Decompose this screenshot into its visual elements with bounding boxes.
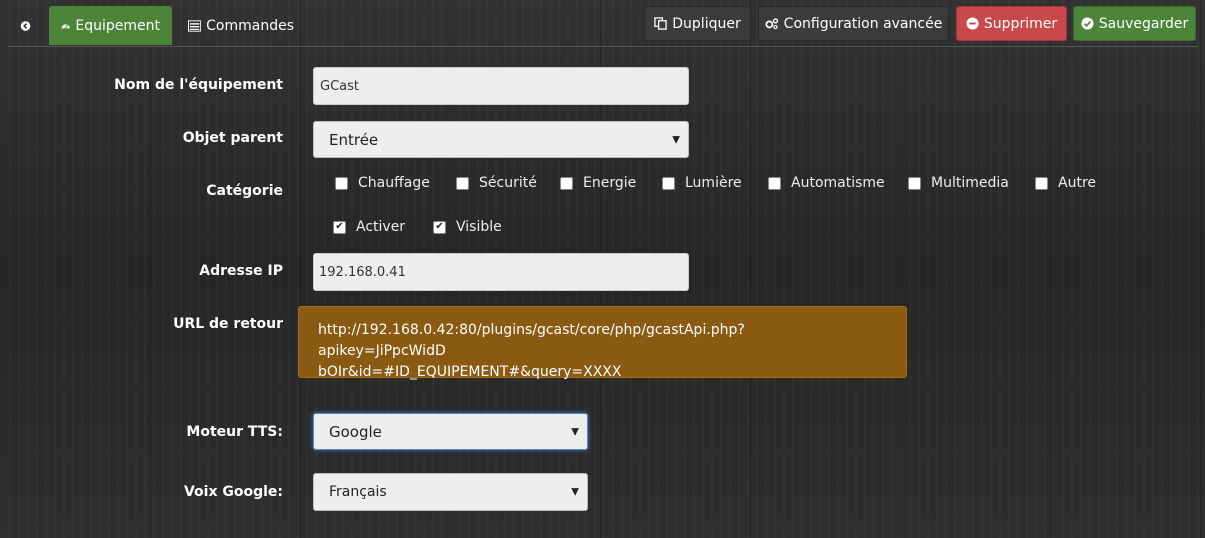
tab-equipement-label: Equipement [75,17,160,34]
voice-value: Français [329,484,387,500]
callback-url-line2: apikey=JiPpcWidD bOIr&id=#ID_EQUIPEMENT#&… [318,341,887,383]
category-securite[interactable]: Sécurité [456,175,537,191]
category-autre[interactable]: Autre [1035,175,1096,191]
checkbox[interactable] [662,176,675,190]
checkbox[interactable] [768,176,781,190]
save-label: Sauvegarder [1098,15,1189,32]
advanced-config-label: Configuration avancée [783,15,943,32]
callback-url-box: http://192.168.0.42:80/plugins/gcast/cor… [298,306,907,380]
category-label: Catégorie [206,183,283,199]
category-energie-label: Energie [583,175,637,191]
ip-input[interactable]: 192.168.0.41 [313,253,689,291]
category-chauffage-label: Chauffage [358,175,430,191]
tts-value: Google [329,422,382,441]
save-button[interactable]: Sauvegarder [1073,6,1196,41]
checkbox[interactable] [1035,176,1048,190]
name-input[interactable]: GCast [313,67,689,105]
google-voice-select[interactable]: Français ▼ [313,473,588,511]
activate-label: Activer [356,219,406,235]
checkbox[interactable] [335,176,348,190]
advanced-config-button[interactable]: Configuration avancée [758,6,949,41]
name-value: GCast [320,78,359,94]
tab-commandes[interactable]: Commandes [176,6,306,45]
checkbox[interactable] [908,176,921,190]
back-button[interactable] [10,6,46,45]
caret-down-icon: ▼ [571,486,579,498]
category-automatisme[interactable]: Automatisme [768,175,885,191]
checkbox[interactable] [560,176,573,190]
category-autre-label: Autre [1058,175,1097,191]
tab-commandes-label: Commandes [206,17,294,34]
check-icon[interactable]: ✔ [333,220,346,234]
duplicate-label: Dupliquer [672,15,741,32]
check-circle-icon [1081,17,1094,30]
voice-label: Voix Google: [183,484,283,500]
cogs-icon [765,18,778,30]
tts-label: Moteur TTS: [186,424,283,440]
redacted-apikey [445,344,596,358]
tts-engine-select[interactable]: Google ▼ [313,413,588,450]
copy-icon [654,17,667,30]
minus-circle-icon [966,17,979,30]
delete-label: Supprimer [983,15,1058,32]
category-securite-label: Sécurité [479,175,537,191]
ip-value: 192.168.0.41 [319,264,406,280]
category-lumiere-label: Lumière [685,175,742,191]
category-energie[interactable]: Energie [560,175,636,191]
activate-checkbox[interactable]: ✔ Activer [333,219,405,235]
caret-down-icon: ▼ [571,426,579,437]
dashboard-icon [61,24,70,29]
url-label: URL de retour [173,316,283,332]
callback-url-start: apikey=JiPpcWidD [318,343,446,359]
parent-value: Entrée [329,130,379,149]
tab-equipement[interactable]: Equipement [49,6,172,45]
arrow-left-circle-icon [20,20,31,31]
delete-button[interactable]: Supprimer [956,6,1067,41]
duplicate-button[interactable]: Dupliquer [644,6,751,41]
parent-label: Objet parent [182,130,283,146]
callback-url-line1: http://192.168.0.42:80/plugins/gcast/cor… [318,322,745,338]
visible-checkbox[interactable]: ✔ Visible [433,219,502,235]
checkbox[interactable] [456,176,469,190]
category-automatisme-label: Automatisme [791,175,885,191]
name-label: Nom de l'équipement [114,77,283,93]
category-multimedia-label: Multimedia [931,175,1009,191]
category-lumiere[interactable]: Lumière [662,175,742,191]
visible-label: Visible [456,219,502,235]
category-multimedia[interactable]: Multimedia [908,175,1009,191]
ip-label: Adresse IP [199,263,283,279]
parent-select[interactable]: Entrée ▼ [313,121,689,158]
check-icon[interactable]: ✔ [433,220,446,234]
list-icon [188,19,202,32]
caret-down-icon: ▼ [672,134,680,145]
callback-url-end: bOIr&id=#ID_EQUIPEMENT#&query=XXXX [318,364,622,380]
category-chauffage[interactable]: Chauffage [335,175,430,191]
